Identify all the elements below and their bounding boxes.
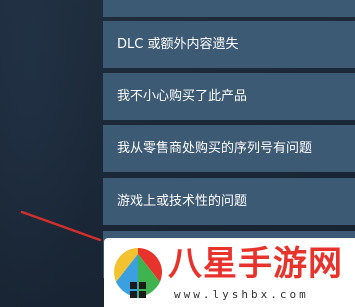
site-logo-icon: [114, 248, 162, 298]
site-watermark: 八星手游网 www.lyshbx.com: [104, 238, 355, 307]
watermark-url: www.lyshbx.com: [174, 288, 309, 301]
watermark-site-name: 八星手游网: [168, 244, 343, 284]
